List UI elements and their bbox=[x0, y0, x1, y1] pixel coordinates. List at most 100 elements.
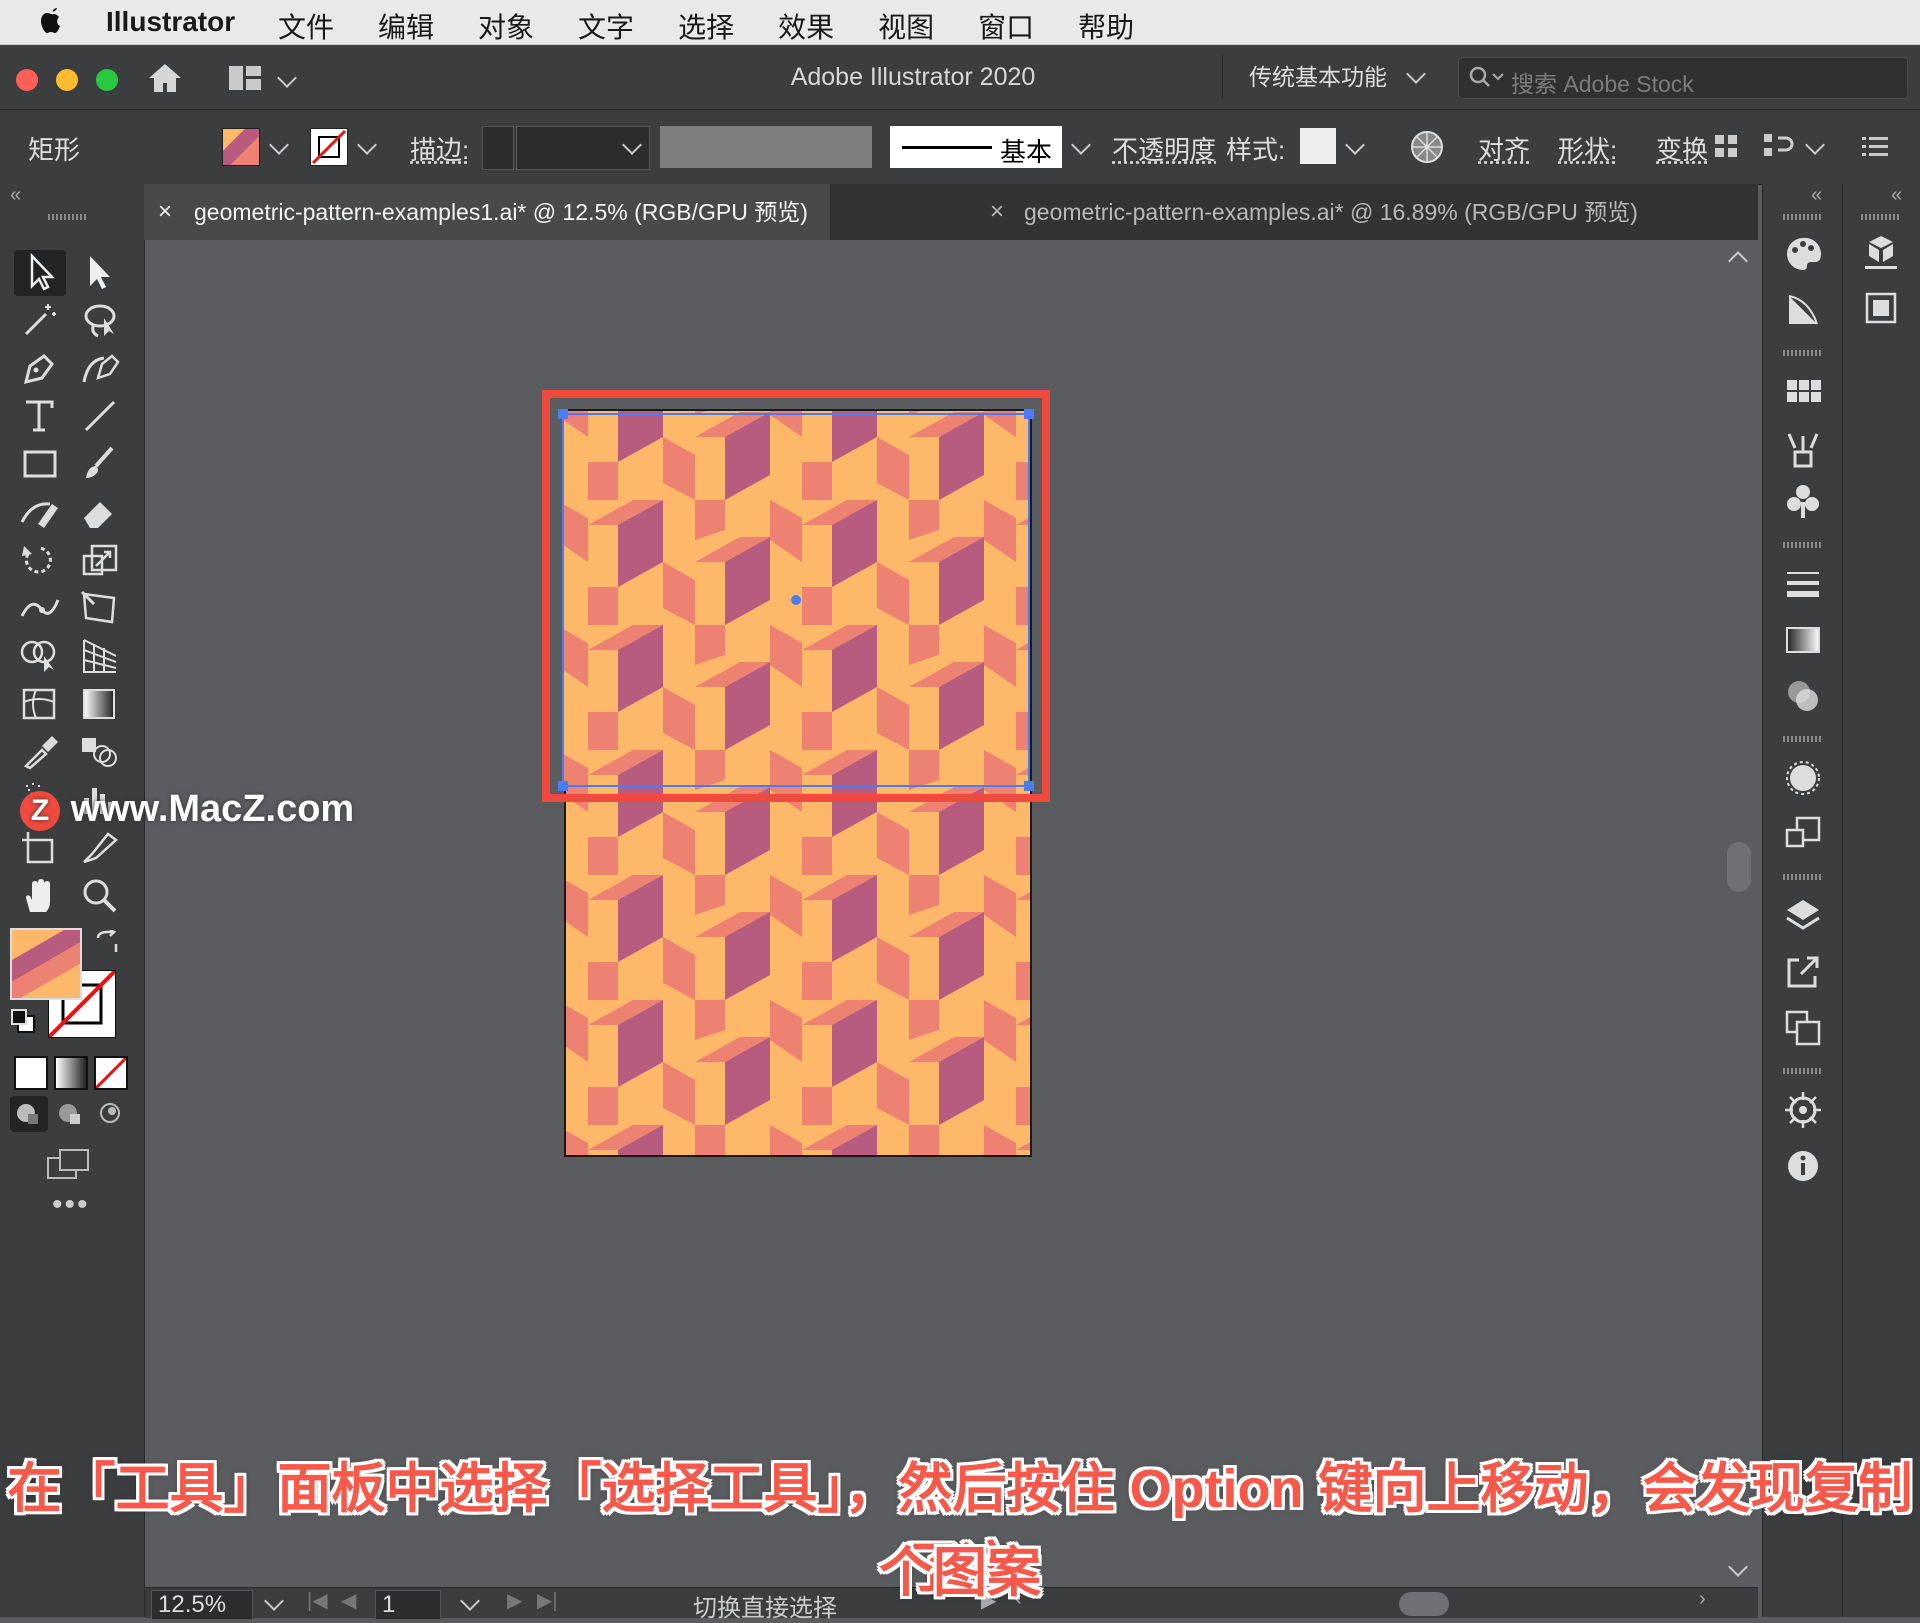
draw-inside-icon[interactable] bbox=[92, 1096, 130, 1132]
selection-tool-icon[interactable] bbox=[18, 252, 62, 292]
menu-view[interactable]: 视图 bbox=[878, 6, 934, 46]
panel-grip[interactable] bbox=[1783, 874, 1823, 880]
lasso-icon[interactable] bbox=[78, 300, 122, 340]
symbols-icon[interactable] bbox=[1781, 480, 1825, 524]
scroll-up-icon[interactable] bbox=[1728, 251, 1748, 271]
stroke-weight-field[interactable] bbox=[516, 126, 650, 170]
magic-wand-icon[interactable] bbox=[18, 300, 62, 340]
app-name-menu[interactable]: Illustrator bbox=[106, 6, 235, 38]
fill-swatch[interactable] bbox=[222, 128, 260, 166]
gradient-mode-button[interactable] bbox=[54, 1056, 88, 1090]
perspective-grid-icon[interactable] bbox=[78, 636, 122, 676]
libraries-icon[interactable] bbox=[1859, 230, 1903, 274]
align-label[interactable]: 对齐 bbox=[1478, 130, 1530, 167]
recolor-artwork-icon[interactable] bbox=[1408, 128, 1446, 166]
chevron-down-icon[interactable] bbox=[357, 135, 377, 155]
panel-grip[interactable] bbox=[48, 214, 88, 220]
transparency-icon[interactable] bbox=[1781, 674, 1825, 718]
paintbrush-icon[interactable] bbox=[78, 444, 122, 484]
direct-selection-tool-icon[interactable] bbox=[78, 252, 122, 292]
panel-grip[interactable] bbox=[1783, 1068, 1823, 1074]
tab-document-2[interactable]: × geometric-pattern-examples.ai* @ 16.89… bbox=[834, 184, 1794, 240]
stroke-label[interactable]: 描边: bbox=[410, 130, 469, 167]
workspace-switcher[interactable]: 传统基本功能 bbox=[1222, 55, 1459, 99]
rotate-tool-icon[interactable] bbox=[18, 540, 62, 580]
slice-tool-icon[interactable] bbox=[78, 828, 122, 868]
menu-file[interactable]: 文件 bbox=[278, 6, 334, 46]
artboards-icon[interactable] bbox=[1781, 1006, 1825, 1050]
export-icon[interactable] bbox=[1781, 950, 1825, 994]
canvas-area[interactable] bbox=[145, 240, 1758, 1587]
variable-width-profile[interactable] bbox=[660, 126, 872, 168]
draw-normal-button[interactable] bbox=[10, 1096, 48, 1132]
default-colors-icon[interactable] bbox=[10, 1008, 36, 1034]
brush-definition[interactable]: 基本 bbox=[890, 126, 1062, 168]
menu-help[interactable]: 帮助 bbox=[1078, 6, 1134, 46]
stroke-weight-stepper[interactable] bbox=[482, 126, 514, 170]
color-panel-icon[interactable] bbox=[1781, 232, 1825, 276]
menu-effect[interactable]: 效果 bbox=[778, 6, 834, 46]
screen-mode-icon[interactable] bbox=[44, 1144, 94, 1184]
more-tools-icon[interactable]: ••• bbox=[52, 1188, 90, 1222]
eraser-icon[interactable] bbox=[78, 492, 122, 532]
brushes-icon[interactable] bbox=[1781, 426, 1825, 470]
stock-search-input[interactable]: 搜索 Adobe Stock bbox=[1458, 57, 1908, 99]
fill-color-swatch[interactable] bbox=[10, 928, 82, 1000]
none-mode-button[interactable] bbox=[94, 1056, 128, 1090]
vertical-scrollbar[interactable] bbox=[1719, 240, 1758, 1587]
tab-document-1[interactable]: × geometric-pattern-examples1.ai* @ 12.5… bbox=[144, 184, 830, 240]
gradient-icon[interactable] bbox=[1781, 618, 1825, 662]
panel-grip[interactable] bbox=[1783, 736, 1823, 742]
panel-menu-icon[interactable] bbox=[1862, 134, 1888, 158]
scrollbar-thumb[interactable] bbox=[1727, 842, 1751, 892]
info-icon[interactable] bbox=[1781, 1144, 1825, 1188]
panel-grip[interactable] bbox=[1783, 214, 1823, 220]
collapse-panel-icon[interactable]: « bbox=[1811, 184, 1822, 207]
artboard-tool-icon[interactable] bbox=[18, 828, 62, 868]
eyedropper-icon[interactable] bbox=[18, 732, 62, 772]
panel-grip[interactable] bbox=[1861, 214, 1901, 220]
rectangle-tool-icon[interactable] bbox=[18, 444, 62, 484]
curvature-tool-icon[interactable] bbox=[78, 348, 122, 388]
appearance-icon[interactable] bbox=[1781, 756, 1825, 800]
transform-grid-icon[interactable] bbox=[1714, 134, 1738, 158]
swap-colors-icon[interactable] bbox=[94, 930, 120, 954]
panel-grip[interactable] bbox=[1783, 542, 1823, 548]
panel-grip[interactable] bbox=[1783, 350, 1823, 356]
line-tool-icon[interactable] bbox=[78, 396, 122, 436]
menu-object[interactable]: 对象 bbox=[478, 6, 534, 46]
width-tool-icon[interactable] bbox=[18, 588, 62, 628]
stroke-swatch[interactable] bbox=[310, 128, 348, 166]
isolate-object-icon[interactable] bbox=[1762, 132, 1796, 160]
swatches-icon[interactable] bbox=[1781, 370, 1825, 414]
stroke-icon[interactable] bbox=[1781, 562, 1825, 606]
draw-behind-icon[interactable] bbox=[52, 1096, 90, 1132]
chevron-down-icon[interactable] bbox=[1805, 135, 1825, 155]
shaper-tool-icon[interactable] bbox=[18, 492, 62, 532]
transform-label[interactable]: 变换 bbox=[1656, 130, 1708, 167]
menu-select[interactable]: 选择 bbox=[678, 6, 734, 46]
shape-label[interactable]: 形状: bbox=[1558, 130, 1617, 167]
scale-tool-icon[interactable] bbox=[78, 540, 122, 580]
layers-icon[interactable] bbox=[1781, 894, 1825, 938]
menu-type[interactable]: 文字 bbox=[578, 6, 634, 46]
menu-window[interactable]: 窗口 bbox=[978, 6, 1034, 46]
graphic-style-swatch[interactable] bbox=[1300, 128, 1336, 164]
graphic-styles-icon[interactable] bbox=[1781, 812, 1825, 856]
collapse-panel-icon[interactable]: « bbox=[1891, 184, 1902, 207]
blend-tool-icon[interactable] bbox=[78, 732, 122, 772]
gradient-tool-icon[interactable] bbox=[78, 684, 122, 724]
pen-tool-icon[interactable] bbox=[18, 348, 62, 388]
color-mode-button[interactable] bbox=[14, 1056, 48, 1090]
mesh-tool-icon[interactable] bbox=[18, 684, 62, 724]
chevron-down-icon[interactable] bbox=[1071, 135, 1091, 155]
free-transform-icon[interactable] bbox=[78, 588, 122, 628]
chevron-down-icon[interactable] bbox=[269, 135, 289, 155]
apple-icon[interactable] bbox=[38, 6, 66, 36]
close-tab-icon[interactable]: × bbox=[158, 184, 172, 240]
properties-icon[interactable] bbox=[1859, 286, 1903, 330]
collapse-panel-icon[interactable]: « bbox=[10, 184, 21, 207]
zoom-tool-icon[interactable] bbox=[78, 876, 122, 916]
chevron-down-icon[interactable] bbox=[1345, 135, 1365, 155]
close-tab-icon[interactable]: × bbox=[990, 184, 1004, 240]
